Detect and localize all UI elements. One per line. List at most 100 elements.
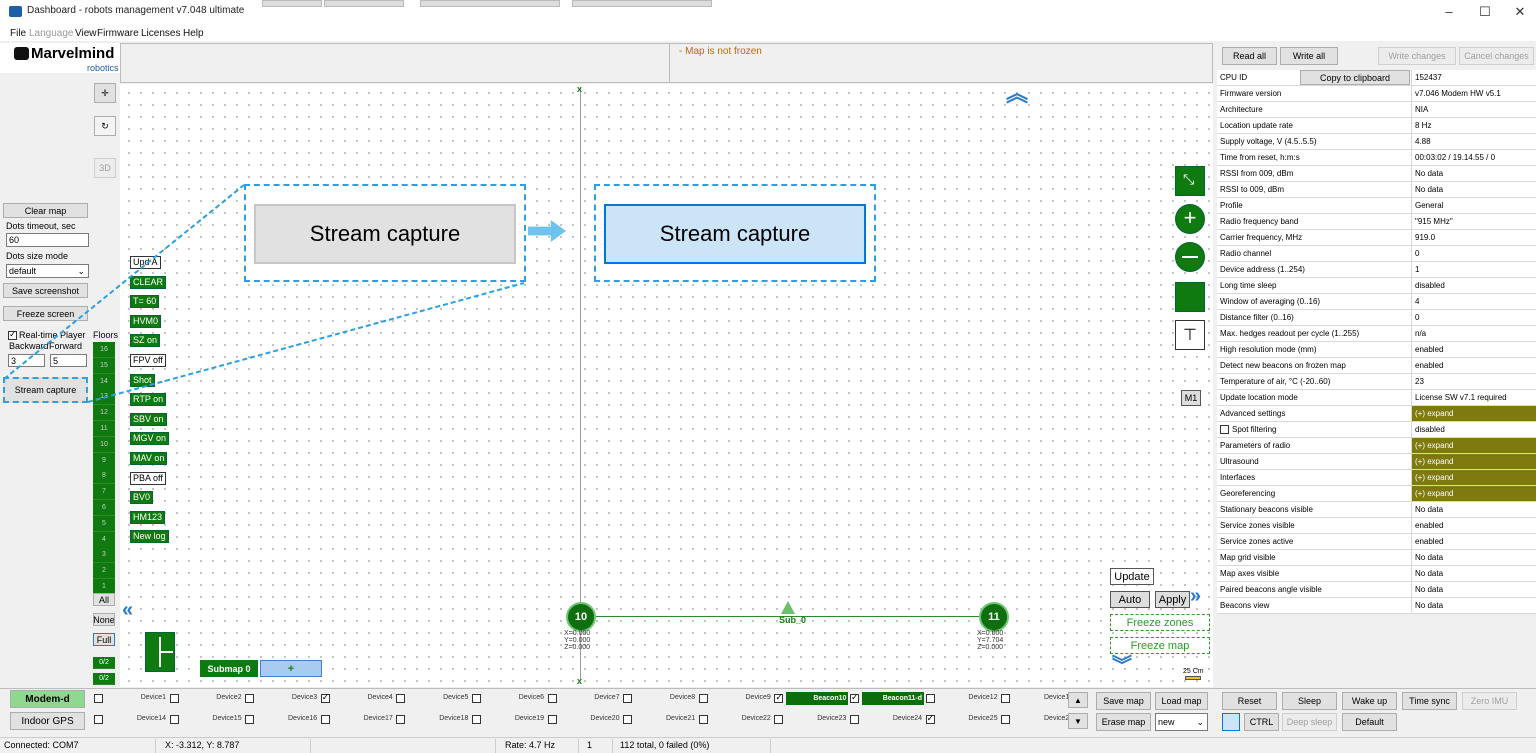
time-sync-button[interactable]: Time sync [1402,692,1457,710]
beacon-11[interactable]: 11 [979,602,1009,632]
freeze-zones-button[interactable]: Freeze zones [1110,614,1210,631]
device-label[interactable]: Device3 [257,694,317,701]
property-row[interactable]: Temperature of air, °C (-20..60) 23 [1217,374,1536,390]
map-canvas[interactable]: x x Sub_0 10 X=0.000 Y=0.000 Z=0.000 11 … [120,83,1213,687]
apply-button[interactable]: Apply [1155,591,1190,608]
device-label[interactable]: Device13 [1013,694,1073,701]
floor-button[interactable]: 3 [93,547,115,564]
property-row[interactable]: Map grid visible No data [1217,550,1536,566]
reset-button[interactable]: Reset [1222,692,1277,710]
device-checkbox[interactable] [547,715,557,724]
device-label[interactable]: Device22 [711,715,771,722]
reset-view-icon[interactable]: ⊤ [1175,320,1205,350]
property-row[interactable]: Detect new beacons on frozen map enabled [1217,358,1536,374]
device-checkbox[interactable]: ✓ [320,692,330,703]
device-checkbox[interactable] [698,715,708,724]
device-checkbox[interactable] [396,715,406,724]
property-value[interactable]: (+) expand [1412,454,1536,469]
auto-button[interactable]: Auto [1110,591,1150,608]
device-label[interactable]: Device12 [938,694,997,701]
property-row[interactable]: High resolution mode (mm) enabled [1217,342,1536,358]
maximize-button[interactable]: ☐ [1474,4,1496,22]
device-checkbox[interactable] [850,715,859,724]
floor-button[interactable]: 9 [93,452,115,469]
floor-button[interactable]: 5 [93,515,115,532]
modem-button[interactable]: Modem-d [10,690,85,708]
property-value[interactable]: (+) expand [1412,470,1536,485]
menu-language[interactable]: Language [29,28,74,39]
property-row[interactable]: Update location mode License SW v7.1 requ… [1217,390,1536,406]
zoom-fit-icon[interactable]: ⤡ [1175,166,1205,196]
dots-timeout-input[interactable]: 60 [6,233,89,247]
floor-button[interactable]: 8 [93,468,115,485]
map-toggle-button[interactable]: PBA off [130,471,166,485]
map-toggle-button[interactable]: New log [130,530,169,544]
map-toggle-button[interactable]: MAV on [130,452,168,465]
property-row[interactable]: Georeferencing (+) expand [1217,486,1536,502]
clear-map-button[interactable]: Clear map [3,203,88,218]
property-row[interactable]: Radio channel 0 [1217,246,1536,262]
stream-capture-button[interactable]: Stream capture [3,377,88,403]
property-row[interactable]: Supply voltage, V (4.5..5.5) 4.88 [1217,134,1536,150]
update-button[interactable]: Update [1110,568,1154,585]
device-label[interactable]: Device21 [635,715,695,722]
ctrl-indicator[interactable] [1222,713,1240,731]
property-row[interactable]: Architecture NIA [1217,102,1536,118]
device-checkbox[interactable] [1001,694,1011,703]
device-checkbox[interactable] [94,715,103,724]
device-label[interactable]: Device17 [333,715,393,722]
freeze-screen-button[interactable]: Freeze screen [3,306,88,321]
erase-map-button[interactable]: Erase map [1096,713,1151,731]
menu-help[interactable]: Help [183,28,204,39]
property-row[interactable]: Ultrasound (+) expand [1217,454,1536,470]
property-row[interactable]: Beacons view No data [1217,598,1536,614]
property-value[interactable]: (+) expand [1412,486,1536,501]
property-row[interactable]: Advanced settings (+) expand [1217,406,1536,422]
property-row[interactable]: Device address (1..254) 1 [1217,262,1536,278]
device-checkbox[interactable] [472,694,481,703]
device-label[interactable]: Device4 [333,694,393,701]
device-label[interactable]: Beacon10 [786,692,849,705]
property-row[interactable]: Service zones visible enabled [1217,518,1536,534]
load-map-button[interactable]: Load map [1155,692,1208,710]
property-row[interactable]: Parameters of radio (+) expand [1217,438,1536,454]
device-checkbox[interactable]: ✓ [925,713,935,724]
zoom-out-icon[interactable] [1175,242,1205,272]
map-toggle-button[interactable]: BV0 [130,491,154,505]
device-checkbox[interactable] [925,694,935,703]
property-row[interactable]: Max. hedges readout per cycle (1..255) n/… [1217,326,1536,342]
beacon-10[interactable]: 10 [566,602,596,632]
device-label[interactable]: Beacon11-d [862,692,924,705]
floor-button[interactable]: 6 [93,500,115,516]
grid-toggle-icon[interactable] [1175,282,1205,312]
device-checkbox[interactable] [245,715,255,724]
device-label[interactable]: Device16 [257,715,317,722]
device-label[interactable]: Device19 [484,715,544,722]
ctrl-button[interactable]: CTRL [1244,713,1279,731]
device-checkbox[interactable] [1001,715,1011,724]
device-checkbox[interactable] [320,715,330,724]
property-row[interactable]: Distance filter (0..16) 0 [1217,310,1536,326]
zoom-in-icon[interactable]: + [1175,204,1205,234]
indoor-gps-button[interactable]: Indoor GPS [10,712,85,730]
write-changes-button[interactable]: Write changes [1378,47,1456,65]
property-row[interactable]: Profile General [1217,198,1536,214]
property-checkbox[interactable] [1220,425,1229,434]
floor-button[interactable]: 11 [93,421,115,437]
floor-button[interactable]: 7 [93,484,115,501]
floor-button[interactable]: 14 [93,373,115,390]
scroll-up-icon[interactable]: ︽ [1006,83,1028,105]
device-checkbox[interactable] [396,694,406,703]
add-submap-button[interactable]: + [260,660,322,677]
device-checkbox[interactable] [472,715,481,724]
map-toggle-button[interactable]: FPV off [130,354,166,367]
floors-full-button[interactable]: Full [93,633,115,646]
floors-none-button[interactable]: None [93,613,115,626]
floor-button[interactable]: 10 [93,436,115,453]
axis-tool-icon[interactable]: ✛ [94,83,116,103]
map-select[interactable]: new ⌄ [1155,713,1208,731]
property-row[interactable]: Map axes visible No data [1217,566,1536,582]
map-toggle-button[interactable]: MGV on [130,432,170,446]
floors-all-button[interactable]: All [93,593,115,606]
property-row[interactable]: Paired beacons angle visible No data [1217,582,1536,598]
